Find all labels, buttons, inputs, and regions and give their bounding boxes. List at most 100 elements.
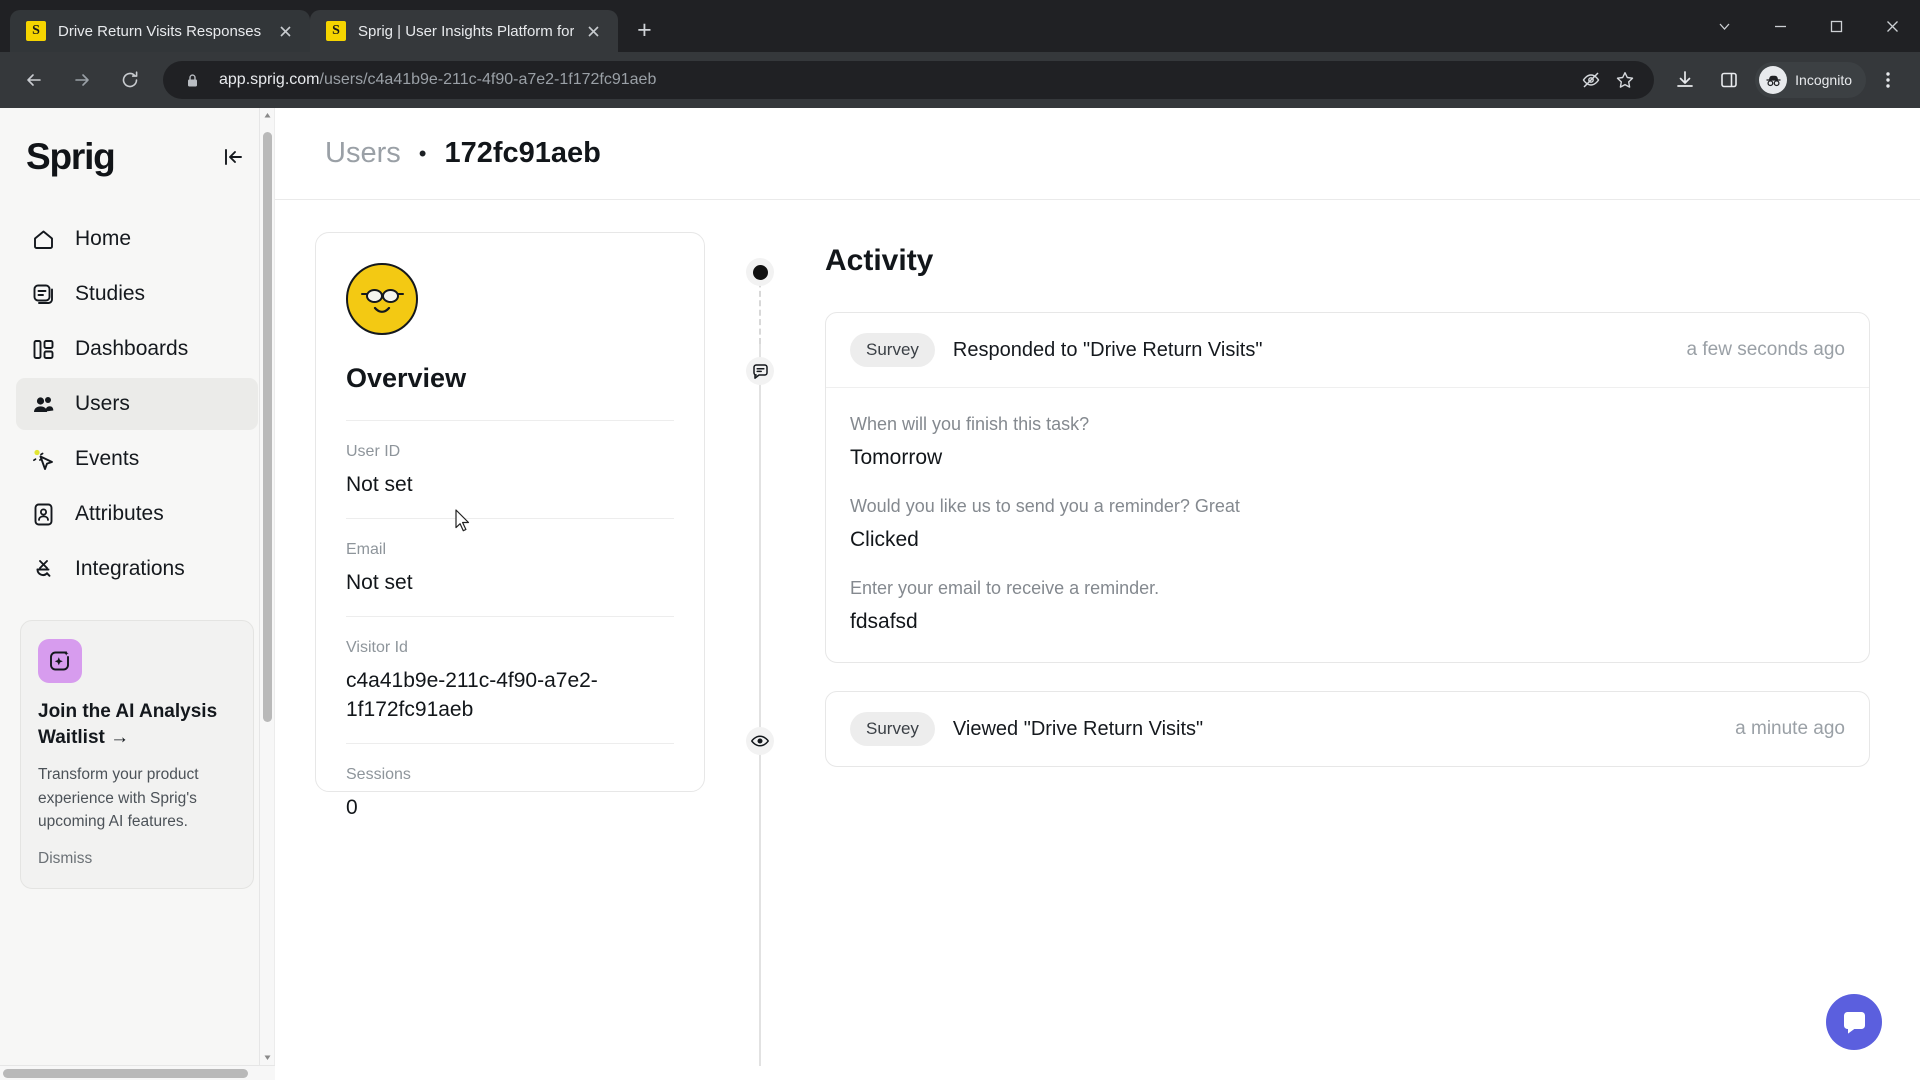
overview-field-visitor-id: Visitor Id c4a41b9e-211c-4f90-a7e2-1f172…	[346, 617, 674, 745]
window-controls	[1696, 0, 1920, 52]
maximize-icon[interactable]	[1808, 0, 1864, 52]
sidebar-item-label: Home	[75, 227, 132, 250]
hide-tracking-icon[interactable]	[1576, 65, 1606, 95]
activity-entry-text: Viewed "Drive Return Visits"	[952, 717, 1204, 740]
activity-entry-header: Survey Responded to "Drive Return Visits…	[826, 313, 1869, 387]
sidebar-item-dashboards[interactable]: Dashboards	[16, 323, 258, 375]
promo-title[interactable]: Join the AI Analysis Waitlist →	[38, 699, 236, 750]
close-window-icon[interactable]	[1864, 0, 1920, 52]
activity-timeline	[740, 232, 780, 1080]
survey-answer: Tomorrow	[850, 446, 943, 469]
activity-responses: When will you finish this task? Tomorrow…	[826, 387, 1869, 662]
breadcrumb-parent[interactable]: Users	[325, 137, 401, 170]
survey-response-item: When will you finish this task? Tomorrow	[850, 414, 1845, 470]
survey-response-item: Would you like us to send you a reminder…	[850, 496, 1845, 552]
tab-title: Drive Return Visits Responses	[58, 22, 262, 40]
sidebar-item-label: Attributes	[75, 502, 164, 525]
sidebar-item-users[interactable]: Users	[16, 378, 258, 430]
tab-close-icon[interactable]	[582, 20, 604, 42]
lock-icon	[177, 65, 207, 95]
browser-tab-1[interactable]: S Drive Return Visits Responses	[10, 10, 310, 52]
sidebar-item-events[interactable]: Events	[16, 433, 258, 485]
tab-strip: S Drive Return Visits Responses S Sprig …	[0, 0, 1920, 52]
sidebar-item-attributes[interactable]: Attributes	[16, 488, 258, 540]
eye-icon	[750, 735, 770, 747]
browser-window: S Drive Return Visits Responses S Sprig …	[0, 0, 1920, 1080]
promo-body: Transform your product experience with S…	[38, 766, 199, 830]
timeline-line	[759, 344, 761, 1066]
activity-entry-view[interactable]: Survey Viewed "Drive Return Visits" a mi…	[825, 691, 1870, 767]
main-content: Users • 172fc91aeb Overview User ID Not …	[275, 108, 1920, 1080]
tab-close-icon[interactable]	[274, 20, 296, 42]
incognito-profile-button[interactable]: Incognito	[1755, 62, 1866, 98]
status-badge: Survey	[850, 712, 935, 746]
smiley-glasses-avatar	[346, 263, 418, 335]
new-tab-button[interactable]: +	[627, 13, 661, 47]
field-label: Sessions	[346, 766, 411, 784]
sidebar-item-label: Users	[75, 392, 130, 415]
address-bar[interactable]: app.sprig.com/users/c4a41b9e-211c-4f90-a…	[163, 61, 1655, 99]
incognito-avatar-icon	[1759, 66, 1788, 94]
overview-field-sessions: Sessions 0	[346, 744, 674, 841]
sidebar-hscrollbar-thumb[interactable]	[3, 1069, 248, 1078]
field-label: Email	[346, 540, 387, 558]
activity-list: Activity Survey Responded to "Drive Retu…	[780, 232, 1870, 1080]
omnibox-actions	[1576, 65, 1640, 95]
app-sidebar: Sprig Home Studies Dashboards Users Even…	[0, 108, 275, 1080]
breadcrumb-separator: •	[418, 140, 427, 166]
mouse-cursor	[455, 509, 472, 537]
sidebar-header: Sprig	[0, 108, 274, 184]
bookmark-star-icon[interactable]	[1610, 65, 1640, 95]
minimize-icon[interactable]	[1752, 0, 1808, 52]
survey-response-item: Enter your email to receive a reminder. …	[850, 578, 1845, 634]
dashboards-icon	[30, 336, 57, 363]
intercom-launcher-button[interactable]	[1826, 994, 1882, 1050]
activity-entry-time: a few seconds ago	[1686, 339, 1845, 360]
activity-entry-time: a minute ago	[1735, 718, 1845, 739]
sprig-logo[interactable]: Sprig	[26, 136, 116, 178]
timeline-start-node	[746, 258, 774, 286]
scroll-down-arrow-icon[interactable]	[260, 1050, 275, 1065]
field-label: Visitor Id	[346, 638, 408, 656]
users-icon	[30, 391, 57, 418]
chat-bubble-icon	[1843, 1011, 1865, 1034]
integrations-icon	[30, 556, 57, 583]
scroll-up-arrow-icon[interactable]	[260, 108, 275, 123]
survey-answer: fdsafsd	[850, 610, 918, 633]
sidebar-item-studies[interactable]: Studies	[16, 268, 258, 320]
survey-question: Would you like us to send you a reminder…	[850, 496, 1240, 516]
browser-tab-2[interactable]: S Sprig | User Insights Platform for	[310, 10, 619, 52]
forward-button-icon[interactable]	[63, 61, 101, 99]
timeline-dot-icon	[752, 264, 768, 280]
survey-question: Enter your email to receive a reminder.	[850, 578, 1160, 598]
survey-answer: Clicked	[850, 528, 919, 551]
timeline-node-response	[746, 357, 774, 385]
back-button-icon[interactable]	[15, 61, 53, 99]
sidebar-horizontal-scrollbar[interactable]	[0, 1065, 275, 1080]
overview-field-user-id: User ID Not set	[346, 421, 674, 519]
sidebar-scrollbar-thumb[interactable]	[263, 132, 272, 722]
chevron-down-icon[interactable]	[1696, 0, 1752, 52]
tab-favicon: S	[26, 21, 46, 41]
reload-button-icon[interactable]	[111, 61, 149, 99]
sidebar-vertical-scrollbar[interactable]	[259, 108, 274, 1080]
events-icon	[30, 446, 57, 473]
sidebar-item-label: Studies	[75, 282, 146, 305]
url-path: /users/c4a41b9e-211c-4f90-a7e2-1f172fc91…	[319, 71, 657, 88]
sidebar-nav: Home Studies Dashboards Users Events Att…	[0, 210, 274, 598]
collapse-sidebar-icon[interactable]	[218, 142, 248, 172]
sidebar-item-integrations[interactable]: Integrations	[16, 543, 258, 595]
sidebar-item-label: Integrations	[75, 557, 185, 580]
side-panel-icon[interactable]	[1710, 61, 1748, 99]
browser-toolbar: app.sprig.com/users/c4a41b9e-211c-4f90-a…	[0, 52, 1920, 108]
activity-entry-response[interactable]: Survey Responded to "Drive Return Visits…	[825, 312, 1870, 663]
downloads-icon[interactable]	[1666, 61, 1704, 99]
activity-entry-header: Survey Viewed "Drive Return Visits" a mi…	[826, 692, 1869, 766]
promo-dismiss-link[interactable]: Dismiss	[38, 850, 236, 868]
studies-icon	[30, 281, 57, 308]
url-host: app.sprig.com	[219, 71, 320, 88]
survey-response-icon	[752, 363, 768, 379]
sidebar-item-home[interactable]: Home	[16, 213, 258, 265]
chrome-menu-icon[interactable]	[1869, 61, 1907, 99]
incognito-label: Incognito	[1795, 72, 1852, 88]
